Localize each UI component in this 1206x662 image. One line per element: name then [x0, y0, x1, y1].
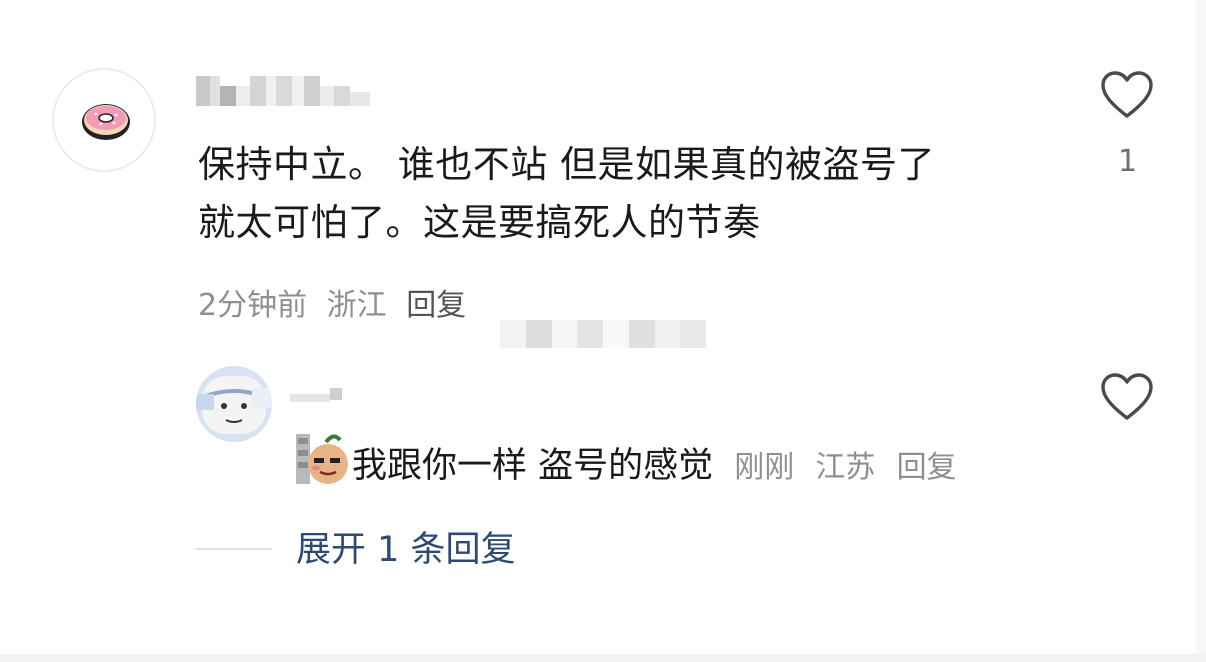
- blurred-strip: [500, 320, 706, 348]
- reply-body: 我跟你一样 盗号的感觉: [352, 446, 714, 486]
- reply-like-button[interactable]: [1100, 372, 1154, 422]
- right-edge: [1196, 0, 1206, 662]
- bottom-edge: [0, 654, 1206, 662]
- reply-row: 我跟你一样 盗号的感觉 刚刚 江苏 回复: [352, 442, 957, 492]
- comment-like-count: 1: [1118, 144, 1138, 179]
- donut-icon: [82, 104, 130, 140]
- expand-divider: [196, 548, 272, 550]
- comment-meta: 2分钟前 浙江 回复: [198, 280, 466, 324]
- avatar-face-icon: [196, 366, 272, 442]
- replier-avatar[interactable]: [196, 366, 272, 442]
- comment-location: 浙江: [326, 288, 387, 323]
- reply-location: 江苏: [815, 450, 876, 485]
- heart-outline-icon: [1101, 71, 1153, 118]
- commenter-avatar[interactable]: [52, 68, 156, 172]
- comment-time: 2分钟前: [198, 288, 308, 323]
- expand-replies-button[interactable]: 展开 1 条回复: [296, 526, 516, 574]
- comment-like-button[interactable]: [1100, 70, 1154, 120]
- commenter-name-blurred[interactable]: [196, 76, 370, 106]
- heart-outline-icon: [1101, 373, 1153, 420]
- comment-body: 保持中立。 谁也不站 但是如果真的被盗号了 就太可怕了。这是要搞死人的节奏: [198, 136, 1058, 252]
- comment-line-2: 就太可怕了。这是要搞死人的节奏: [198, 201, 761, 244]
- reply-time: 刚刚: [734, 450, 795, 485]
- reply-reply-button[interactable]: 回复: [897, 450, 957, 485]
- comment-reply-button[interactable]: 回复: [406, 288, 466, 323]
- potato-face-sticker: [296, 430, 352, 486]
- replier-name-blurred[interactable]: [290, 388, 342, 402]
- comment-line-1: 保持中立。 谁也不站 但是如果真的被盗号了: [198, 143, 936, 186]
